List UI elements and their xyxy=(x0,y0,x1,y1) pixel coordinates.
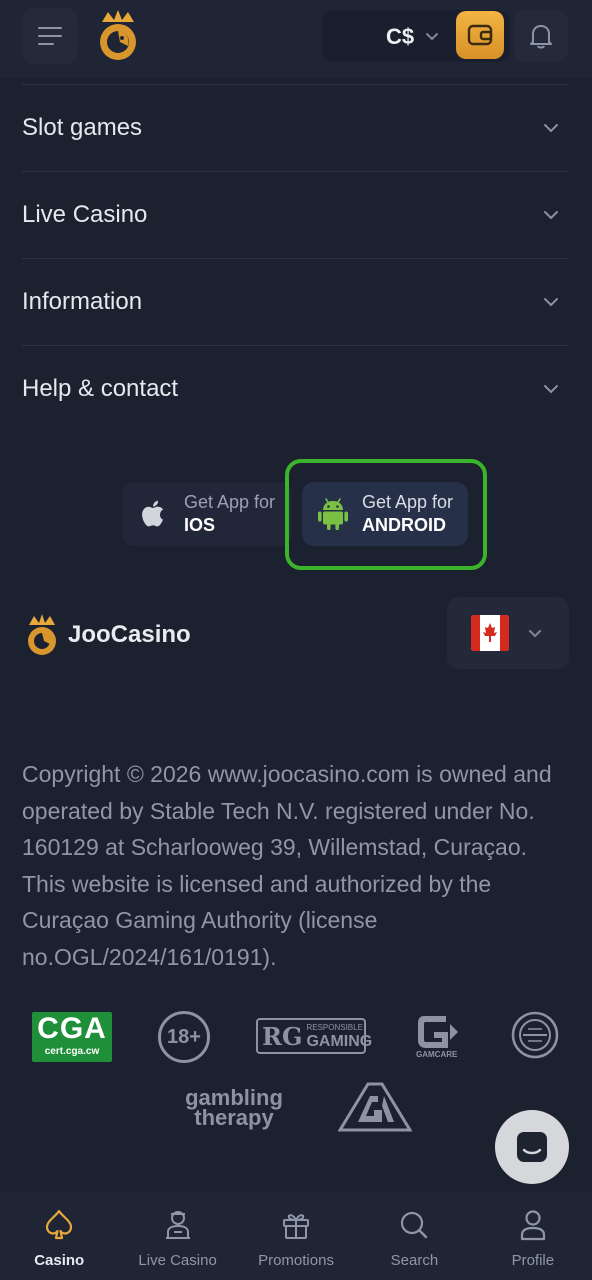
android-app-line1: Get App for xyxy=(362,492,454,512)
apple-icon xyxy=(142,500,164,527)
nav-label: Profile xyxy=(511,1252,555,1269)
ios-app-line1: Get App for xyxy=(184,492,276,512)
accordion-label: Live Casino xyxy=(22,201,148,228)
nav-casino[interactable]: Casino xyxy=(0,1192,118,1280)
ios-app-line2: IOS xyxy=(184,515,216,535)
cga-badge-title: CGA xyxy=(37,1012,107,1045)
wallet-button[interactable] xyxy=(456,11,504,59)
chevron-down-icon xyxy=(544,124,558,133)
notifications-button[interactable] xyxy=(514,10,568,62)
gambling-therapy-logo[interactable]: gambling therapy xyxy=(178,1087,290,1130)
chevron-down-icon xyxy=(544,385,558,394)
gamcare-label: GAMCARE xyxy=(416,1050,458,1059)
responsible-gaming-badge[interactable]: RG RESPONSIBLE GAMING xyxy=(256,1018,372,1054)
user-icon xyxy=(520,1210,545,1241)
nav-label: Search xyxy=(390,1252,439,1269)
brand-name: JooCasino xyxy=(68,621,191,648)
menu-button[interactable] xyxy=(22,8,78,64)
ios-app-button[interactable]: Get App for IOS xyxy=(122,482,292,546)
bottom-navigation: Casino Live Casino Promotions Search Pro… xyxy=(0,1192,592,1280)
accordion-slot-games[interactable]: Slot games xyxy=(22,84,568,171)
seal-badge-icon[interactable] xyxy=(510,1010,560,1060)
chevron-down-icon xyxy=(426,33,438,41)
accordion-information[interactable]: Information xyxy=(22,258,568,345)
chevron-down-icon xyxy=(529,630,541,638)
crown-logo-icon xyxy=(28,614,56,655)
nav-promotions[interactable]: Promotions xyxy=(237,1192,355,1280)
android-app-line2: ANDROID xyxy=(362,515,446,535)
age-restriction-badge: 18+ xyxy=(158,1011,210,1063)
accordion-label: Help & contact xyxy=(22,375,179,402)
menu-icon-line xyxy=(38,43,54,45)
accordion-label: Information xyxy=(22,288,143,315)
gift-icon xyxy=(283,1214,310,1239)
chevron-down-icon xyxy=(544,298,558,307)
age-restriction-label: 18+ xyxy=(167,1025,201,1048)
accordion-live-casino[interactable]: Live Casino xyxy=(22,171,568,258)
gamblers-anonymous-logo-icon[interactable] xyxy=(338,1082,412,1132)
nav-label: Live Casino xyxy=(138,1252,217,1269)
cga-badge[interactable]: CGA cert.cga.cw xyxy=(32,1012,112,1062)
nav-live-casino[interactable]: Live Casino xyxy=(118,1192,236,1280)
live-chat-button[interactable] xyxy=(495,1110,569,1184)
accordion-label: Slot games xyxy=(22,114,143,141)
chevron-down-icon xyxy=(544,211,558,220)
wallet-icon xyxy=(467,24,493,46)
country-selector[interactable] xyxy=(447,597,569,669)
chat-icon xyxy=(517,1132,547,1162)
menu-icon-line xyxy=(38,27,62,29)
bell-icon xyxy=(530,25,552,49)
spade-icon xyxy=(46,1209,73,1240)
cga-badge-subtitle: cert.cga.cw xyxy=(44,1046,100,1057)
android-icon xyxy=(318,498,348,530)
nav-label: Casino xyxy=(34,1252,85,1269)
rg-big-text: GAMING xyxy=(306,1033,373,1050)
menu-icon-line xyxy=(38,35,62,37)
canada-flag-icon xyxy=(471,615,509,651)
rg-mark: RG xyxy=(262,1021,303,1051)
copyright-text: Copyright © 2026 www.joocasino.com is ow… xyxy=(22,761,552,970)
nav-label: Promotions xyxy=(258,1252,334,1269)
gambling-therapy-line2: therapy xyxy=(194,1105,274,1130)
android-app-button[interactable]: Get App for ANDROID xyxy=(302,482,468,546)
currency-label: C$ xyxy=(386,24,415,49)
nav-profile[interactable]: Profile xyxy=(474,1192,592,1280)
dealer-icon xyxy=(165,1211,190,1239)
top-header: C$ xyxy=(0,0,592,78)
footer-brand[interactable]: JooCasino xyxy=(22,610,191,660)
search-icon xyxy=(401,1211,428,1239)
accordion-help-contact[interactable]: Help & contact xyxy=(22,345,568,432)
crown-logo-icon[interactable] xyxy=(92,8,144,64)
nav-search[interactable]: Search xyxy=(355,1192,473,1280)
